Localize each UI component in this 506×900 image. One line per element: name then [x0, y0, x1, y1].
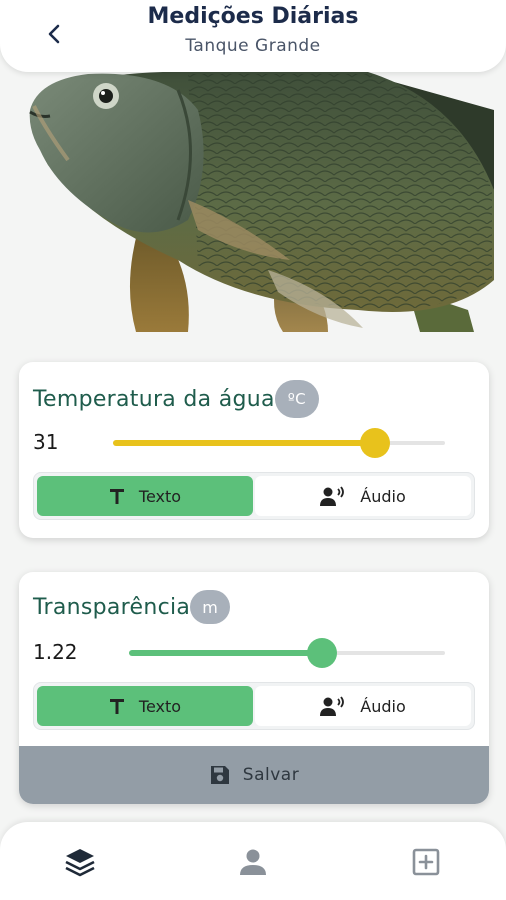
transparency-label: Transparência: [33, 594, 191, 620]
slider-thumb[interactable]: [306, 638, 337, 668]
nav-add[interactable]: [406, 842, 446, 882]
transparency-slider[interactable]: [129, 638, 445, 668]
temperature-audio-tab[interactable]: Áudio: [255, 476, 471, 516]
transparency-unit-badge: m: [190, 590, 231, 624]
add-square-icon: [412, 848, 440, 876]
transparency-audio-tab[interactable]: Áudio: [255, 686, 471, 726]
temperature-card: Temperatura da água ºC 31 Texto Áudio: [19, 362, 489, 538]
temperature-label: Temperatura da água: [33, 386, 275, 412]
save-label: Salvar: [242, 765, 300, 785]
nav-measurements[interactable]: [60, 842, 100, 882]
page-subtitle: Tanque Grande: [185, 36, 321, 56]
text-tab-label: Texto: [138, 486, 182, 506]
transparency-input-mode-toggle: Texto Áudio: [33, 682, 475, 730]
transparency-card: Transparência m 1.22 Texto Áudio Salvar: [19, 572, 489, 804]
temperature-title: Temperatura da água ºC: [33, 380, 319, 418]
text-format-icon: [109, 487, 125, 505]
fish-image: [28, 70, 494, 332]
slider-thumb[interactable]: [360, 428, 391, 458]
text-format-icon: [109, 697, 125, 715]
voice-icon: [320, 696, 346, 716]
person-icon: [240, 849, 266, 875]
temperature-unit-badge: ºC: [274, 380, 319, 418]
temperature-value[interactable]: 31: [33, 430, 58, 454]
bottom-navigation: [0, 822, 506, 900]
text-tab-label: Texto: [138, 696, 182, 716]
save-button[interactable]: Salvar: [19, 746, 489, 804]
audio-tab-label: Áudio: [360, 486, 406, 506]
nav-profile[interactable]: [233, 842, 273, 882]
temperature-text-tab[interactable]: Texto: [37, 476, 253, 516]
transparency-title: Transparência m: [33, 590, 231, 624]
transparency-text-tab[interactable]: Texto: [37, 686, 253, 726]
slider-fill: [129, 650, 322, 656]
floppy-disk-icon: [209, 764, 231, 786]
page-title: Medições Diárias: [147, 4, 359, 29]
temperature-slider[interactable]: [113, 428, 445, 458]
temperature-input-mode-toggle: Texto Áudio: [33, 472, 475, 520]
slider-fill: [113, 440, 376, 446]
audio-tab-label: Áudio: [360, 696, 406, 716]
app-header: Medições Diárias Tanque Grande: [0, 0, 506, 72]
layers-icon: [65, 849, 95, 877]
transparency-value[interactable]: 1.22: [33, 640, 78, 664]
voice-icon: [320, 486, 346, 506]
